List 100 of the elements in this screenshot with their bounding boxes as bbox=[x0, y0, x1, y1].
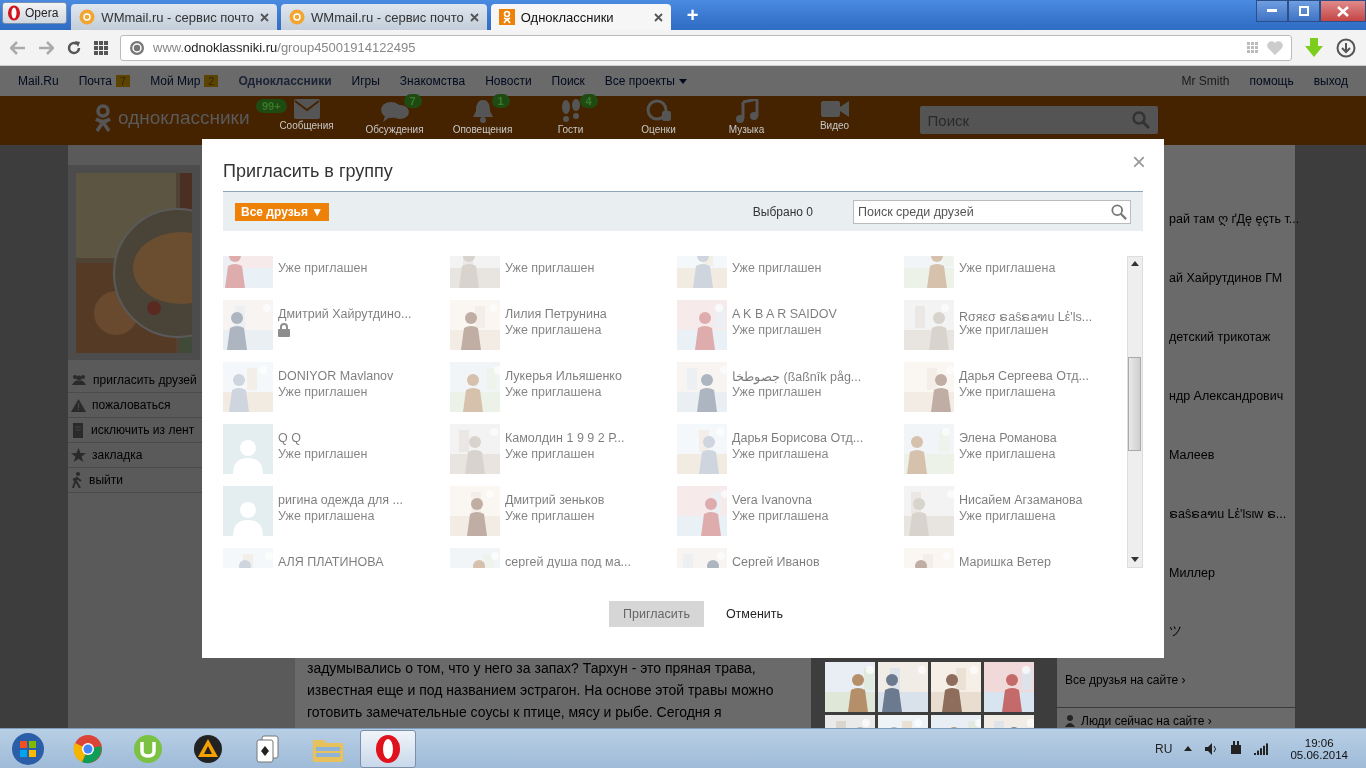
invite-status: Уже приглашен bbox=[505, 447, 596, 461]
close-button[interactable]: × bbox=[1126, 147, 1152, 177]
friend-name[interactable]: Сергей Иванов bbox=[732, 555, 820, 568]
friend-name[interactable]: Дмитрий Хайрутдино... bbox=[278, 307, 412, 323]
browser-tab[interactable]: Одноклассники bbox=[490, 4, 671, 30]
scrollbar[interactable] bbox=[1127, 256, 1143, 568]
opera-icon[interactable] bbox=[374, 733, 402, 764]
portal-link[interactable]: Новости bbox=[485, 74, 532, 88]
grid-icon[interactable] bbox=[94, 40, 108, 55]
friend-name[interactable]: Лукерья Ильяшенко bbox=[505, 369, 622, 385]
close-icon[interactable] bbox=[469, 12, 479, 22]
friend-name[interactable]: Дмитрий зеньков bbox=[505, 493, 605, 509]
invite-status: Уже приглашен bbox=[959, 323, 1050, 337]
language-indicator[interactable]: RU bbox=[1155, 741, 1173, 756]
address-field[interactable]: www.odnoklassniki.ru/group45001914122495 bbox=[120, 34, 1292, 61]
minimize-button[interactable] bbox=[1256, 0, 1288, 22]
scroll-down-icon[interactable] bbox=[1131, 557, 1139, 563]
friend-name[interactable]: ндр Александрович bbox=[1169, 388, 1284, 403]
nav-label[interactable]: Оценки bbox=[641, 124, 676, 135]
invite-status: Уже приглашена bbox=[505, 323, 603, 337]
invite-status: Уже приглашена bbox=[505, 385, 603, 399]
friend-name[interactable]: АЛЯ ПЛАТИНОВА bbox=[278, 555, 384, 568]
maximize-button[interactable] bbox=[1288, 0, 1320, 22]
browser-tab[interactable]: WMmail.ru - сервис почто bbox=[281, 4, 487, 30]
cancel-link[interactable]: Отменить bbox=[719, 606, 789, 622]
taskbar-button[interactable] bbox=[360, 729, 416, 768]
people-online-link[interactable]: Люди сейчас на сайте › bbox=[1081, 714, 1212, 728]
friend-name[interactable]: Маришка Ветер bbox=[959, 555, 1051, 568]
friend-name[interactable]: Лилия Петрунина bbox=[505, 307, 607, 323]
group-menu-item[interactable]: исключить из лент bbox=[91, 423, 195, 437]
friend-name[interactable]: A K B A R SAIDOV bbox=[732, 307, 837, 323]
nav-label[interactable]: Музыка bbox=[728, 124, 765, 135]
friend-name[interactable]: Миллер bbox=[1169, 565, 1215, 580]
portal-link[interactable]: Знакомства bbox=[399, 74, 466, 88]
clock[interactable]: 19:06 05.06.2014 bbox=[1290, 736, 1348, 761]
nav-label[interactable]: Видео bbox=[819, 120, 850, 131]
speaker-icon[interactable] bbox=[1204, 741, 1219, 756]
close-icon[interactable] bbox=[260, 12, 270, 22]
all-friends-link[interactable]: Все друзья на сайте › bbox=[1057, 673, 1295, 687]
windows-start-icon[interactable] bbox=[11, 731, 45, 766]
friend-name[interactable]: ай Хайрутдинов ГМ bbox=[1169, 270, 1283, 285]
friend-name[interactable]: جصوطخا (ßaßnîk påg... bbox=[732, 369, 862, 385]
portal-link[interactable]: Одноклассники bbox=[238, 74, 332, 88]
invite-status: Уже приглашена bbox=[959, 385, 1057, 399]
group-menu-item[interactable]: пожаловаться bbox=[92, 398, 171, 412]
invite-status: Уже приглашен bbox=[732, 261, 822, 275]
friend-name[interactable]: ຣaŝຣaฑu Lἐ'lѕιw ຣ... bbox=[1169, 503, 1287, 524]
help-link[interactable]: помощь bbox=[1249, 74, 1294, 88]
group-menu-item[interactable]: выйти bbox=[89, 473, 123, 487]
scroll-thumb[interactable] bbox=[1128, 357, 1141, 451]
minimize-icon bbox=[1267, 9, 1277, 13]
friend-name[interactable]: Дарья Сергеева Отд... bbox=[959, 369, 1089, 385]
user-name[interactable]: Mr Smith bbox=[1181, 74, 1230, 88]
logout-link[interactable]: выход bbox=[1313, 74, 1348, 88]
friend-name[interactable]: Q Q bbox=[278, 431, 368, 447]
friend-name[interactable]: Vera Ivanovna bbox=[732, 493, 829, 509]
portal-link[interactable]: Поиск bbox=[551, 74, 585, 88]
download-icon[interactable] bbox=[1336, 37, 1356, 58]
close-button[interactable] bbox=[1320, 0, 1366, 22]
globe-icon[interactable] bbox=[129, 39, 145, 56]
friend-name[interactable]: Дарья Борисова Отд... bbox=[732, 431, 864, 447]
portal-link[interactable]: Игры bbox=[351, 74, 380, 88]
scroll-up-icon[interactable] bbox=[1131, 261, 1139, 267]
chrome-icon[interactable] bbox=[73, 733, 103, 764]
opera-menu-button[interactable]: Opera bbox=[2, 2, 68, 24]
all-projects-link[interactable]: Все проекты bbox=[604, 74, 687, 88]
group-menu-item[interactable]: закладка bbox=[92, 448, 143, 462]
portal-link[interactable]: Mail.Ru bbox=[18, 74, 59, 88]
invite-status: Уже приглашен bbox=[278, 447, 368, 461]
friend-name[interactable]: Малеев bbox=[1169, 447, 1215, 462]
nav-label[interactable]: Обсуждения bbox=[365, 124, 424, 135]
friend-name[interactable]: детский трикотаж bbox=[1169, 329, 1271, 344]
reload-icon[interactable] bbox=[66, 39, 82, 56]
invite-status: Уже приглашен bbox=[732, 385, 823, 399]
nav-label[interactable]: Гости bbox=[557, 124, 584, 135]
friend-name[interactable]: Камолдин 1 9 9 2 Р... bbox=[505, 431, 625, 447]
signal-bars-icon[interactable] bbox=[1254, 742, 1271, 755]
nav-label[interactable]: Оповещения bbox=[452, 124, 513, 135]
invite-status: Уже приглашен bbox=[732, 323, 823, 337]
search-icon[interactable] bbox=[1111, 203, 1127, 220]
friend-name[interactable]: рай там ღ ґДę ęçть т... bbox=[1169, 211, 1300, 226]
friend-name[interactable]: Нисайем Агзаманова bbox=[959, 493, 1083, 509]
friend-name[interactable]: сергей душа под ма... bbox=[505, 555, 632, 568]
invite-status: Уже приглашен bbox=[505, 261, 595, 275]
friend-name[interactable]: DONIYOR Mavlanov bbox=[278, 369, 394, 385]
power-plug-icon[interactable] bbox=[1230, 740, 1243, 757]
new-tab-button[interactable]: + bbox=[682, 4, 703, 27]
nav-label[interactable]: Сообщения bbox=[279, 120, 334, 131]
close-icon[interactable] bbox=[653, 12, 663, 22]
triangle-player-icon[interactable] bbox=[193, 733, 223, 764]
group-menu-item[interactable]: пригласить друзей bbox=[93, 373, 197, 387]
friend-name[interactable]: Rσяεσ ຣaŝຣaฑu Lἐ'lѕ... bbox=[959, 307, 1093, 323]
friend-search-field[interactable]: Поиск среди друзей bbox=[853, 199, 1131, 224]
friend-name[interactable]: ツ bbox=[1169, 623, 1182, 640]
browser-tab[interactable]: WMmail.ru - сервис почто bbox=[71, 4, 278, 30]
playing-card-icon[interactable] bbox=[254, 733, 282, 764]
friend-name[interactable]: ригина одежда для ... bbox=[278, 493, 403, 509]
caret-icon[interactable] bbox=[1184, 746, 1193, 751]
friends-filter-dropdown[interactable]: Все друзья ▼ bbox=[235, 202, 330, 221]
friend-name[interactable]: Элена Романова bbox=[959, 431, 1057, 447]
